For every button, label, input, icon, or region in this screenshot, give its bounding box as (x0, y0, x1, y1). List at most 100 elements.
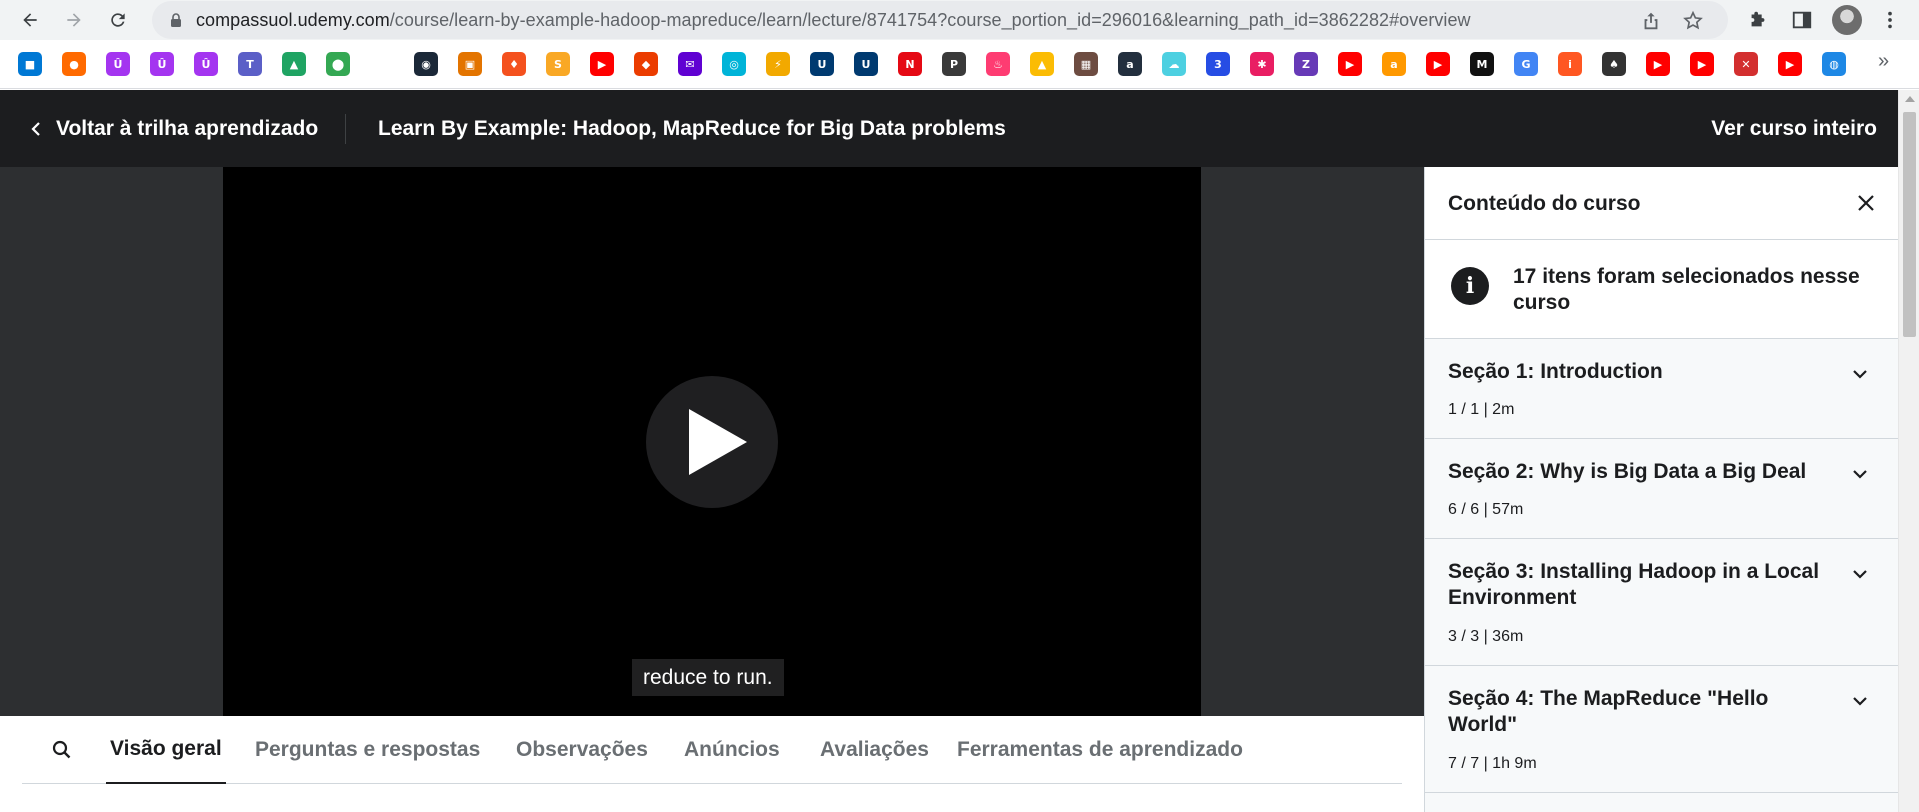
selection-notice: i 17 itens foram selecionados nesse curs… (1425, 240, 1898, 339)
section-title: Seção 2: Why is Big Data a Big Deal (1448, 460, 1807, 483)
youtube-icon[interactable]: ▶ (1338, 52, 1362, 76)
puzzle-color-icon[interactable]: ✱ (1250, 52, 1274, 76)
share-icon[interactable] (1640, 10, 1662, 32)
steam-icon[interactable]: ◉ (414, 52, 438, 76)
ads-icon[interactable]: ▲ (1030, 52, 1054, 76)
scroll-thumb[interactable] (1903, 112, 1916, 337)
tab-observacoes[interactable]: Observações (516, 716, 648, 784)
course-section-3[interactable]: Seção 3: Installing Hadoop in a Local En… (1425, 539, 1898, 666)
office-icon[interactable]: ◆ (634, 52, 658, 76)
course-section-1[interactable]: Seção 1: Introduction 1 / 1 | 2m (1425, 339, 1898, 439)
css-icon[interactable]: 3 (1206, 52, 1230, 76)
drive-icon[interactable]: ▲ (282, 52, 306, 76)
teams-icon[interactable]: T (238, 52, 262, 76)
pje-icon[interactable]: P (942, 52, 966, 76)
orange-app-icon[interactable]: ● (62, 52, 86, 76)
amazon-icon[interactable]: a (1382, 52, 1406, 76)
youtube-icon[interactable]: ▶ (1426, 52, 1450, 76)
menu-kebab-icon[interactable] (1878, 8, 1902, 32)
course-section-4[interactable]: Seção 4: The MapReduce "Hello World" 7 / … (1425, 666, 1898, 793)
close-sidebar-button[interactable] (1853, 190, 1879, 216)
tab-anuncios[interactable]: Anúncios (684, 716, 780, 784)
course-section-2[interactable]: Seção 2: Why is Big Data a Big Deal 6 / 6… (1425, 439, 1898, 539)
video-area: reduce to run. (0, 167, 1424, 716)
forward-arrow-icon[interactable] (60, 6, 88, 34)
course-title: Learn By Example: Hadoop, MapReduce for … (378, 116, 1006, 140)
mpc-icon[interactable]: M (1470, 52, 1494, 76)
youtube-icon[interactable]: ▶ (1778, 52, 1802, 76)
amazon-a-icon[interactable]: a (1118, 52, 1142, 76)
more-bookmarks-chevron-icon[interactable]: » (1878, 50, 1889, 73)
bookmarks-bar: ■ ● Û Û Û T ▲ ⬤ ◉ ▣ ♦ S ▶ ◆ ✉ ◎ ⚡ U U N P ♨ ▲ ▦ a ☁ 3 ✱ Z ▶ a ▶ M Gi ♠ ▶ ▶ ✕ ▶… (0, 40, 1919, 89)
youtube-icon[interactable]: ▶ (1690, 52, 1714, 76)
planet-icon[interactable]: ◍ (1822, 52, 1846, 76)
play-icon (689, 409, 747, 475)
windows-icon[interactable]: ■ (18, 52, 42, 76)
tool-icon[interactable]: ✕ (1734, 52, 1758, 76)
sidebar-title: Conteúdo do curso (1448, 192, 1641, 215)
uol-icon[interactable]: U (854, 52, 878, 76)
course-content-sidebar: Conteúdo do curso i 17 itens foram selec… (1424, 167, 1898, 812)
lecture-tabs: Visão geral Perguntas e respostas Observaç… (22, 716, 1402, 784)
course-header: Voltar à trilha aprendizado Learn By Exa… (0, 90, 1898, 167)
lock-icon[interactable] (168, 12, 184, 28)
section-progress: 3 / 3 | 36m (1448, 628, 1524, 645)
chevron-down-icon[interactable] (1851, 465, 1869, 483)
udemy-icon[interactable]: Û (106, 52, 130, 76)
contacts-icon[interactable]: ▣ (458, 52, 482, 76)
back-link-label: Voltar à trilha aprendizado (56, 116, 319, 140)
info-icon: i (1451, 267, 1489, 305)
play-button[interactable] (646, 376, 778, 508)
tab-avaliacoes[interactable]: Avaliações (820, 716, 929, 784)
tinder-icon[interactable]: ♨ (986, 52, 1010, 76)
globe-icon[interactable]: ◎ (722, 52, 746, 76)
tab-visao-geral[interactable]: Visão geral (106, 716, 226, 784)
scroll-up-arrow-icon[interactable] (1905, 96, 1915, 102)
google-icon[interactable]: G (1514, 52, 1538, 76)
maps-icon[interactable]: ⬤ (326, 52, 350, 76)
s-icon[interactable]: S (546, 52, 570, 76)
address-bar[interactable]: compassuol.udemy.com/course/learn-by-exa… (152, 1, 1728, 39)
browser-toolbar: compassuol.udemy.com/course/learn-by-exa… (0, 0, 1919, 40)
z-icon[interactable]: Z (1294, 52, 1318, 76)
video-caption: reduce to run. (632, 659, 784, 696)
udemy-icon[interactable]: Û (194, 52, 218, 76)
section-title: Seção 3: Installing Hadoop in a Local En… (1448, 560, 1820, 609)
tab-perguntas-e-respostas[interactable]: Perguntas e respostas (255, 716, 480, 784)
section-title: Seção 4: The MapReduce "Hello World" (1448, 687, 1769, 736)
url-text[interactable]: compassuol.udemy.com/course/learn-by-exa… (196, 10, 1471, 31)
cloud-icon[interactable]: ☁ (1162, 52, 1186, 76)
page-scrollbar[interactable] (1898, 90, 1919, 812)
side-panel-icon[interactable] (1790, 8, 1814, 32)
reload-icon[interactable] (104, 6, 132, 34)
chevron-down-icon[interactable] (1851, 565, 1869, 583)
view-full-course-link[interactable]: Ver curso inteiro (1711, 90, 1877, 167)
plug-icon[interactable]: ⚡ (766, 52, 790, 76)
tab-ferramentas-de-aprendizado[interactable]: Ferramentas de aprendizado (957, 716, 1243, 784)
chevron-down-icon[interactable] (1851, 365, 1869, 383)
youtube-icon[interactable]: ▶ (590, 52, 614, 76)
search-icon[interactable] (50, 738, 74, 762)
back-to-learning-path-link[interactable]: Voltar à trilha aprendizado (28, 90, 318, 167)
extensions-puzzle-icon[interactable] (1746, 8, 1770, 32)
video-player[interactable]: reduce to run. (223, 167, 1201, 716)
header-divider (345, 114, 346, 144)
game-icon[interactable]: ▦ (1074, 52, 1098, 76)
sidebar-header: Conteúdo do curso (1425, 167, 1898, 240)
udemy-icon[interactable]: Û (150, 52, 174, 76)
bookmark-star-icon[interactable] (1682, 10, 1704, 32)
spade-icon[interactable]: ♠ (1602, 52, 1626, 76)
mail-icon[interactable]: ✉ (678, 52, 702, 76)
fire-icon[interactable]: ♦ (502, 52, 526, 76)
uol-icon[interactable]: U (810, 52, 834, 76)
selection-notice-text: 17 itens foram selecionados nesse curso (1513, 265, 1860, 314)
netflix-icon[interactable]: N (898, 52, 922, 76)
chevron-down-icon[interactable] (1851, 692, 1869, 710)
section-title: Seção 1: Introduction (1448, 360, 1663, 383)
close-icon (1858, 195, 1874, 211)
profile-avatar[interactable] (1832, 5, 1862, 35)
section-progress: 1 / 1 | 2m (1448, 401, 1515, 418)
youtube-icon[interactable]: ▶ (1646, 52, 1670, 76)
back-arrow-icon[interactable] (16, 6, 44, 34)
info-square-icon[interactable]: i (1558, 52, 1582, 76)
